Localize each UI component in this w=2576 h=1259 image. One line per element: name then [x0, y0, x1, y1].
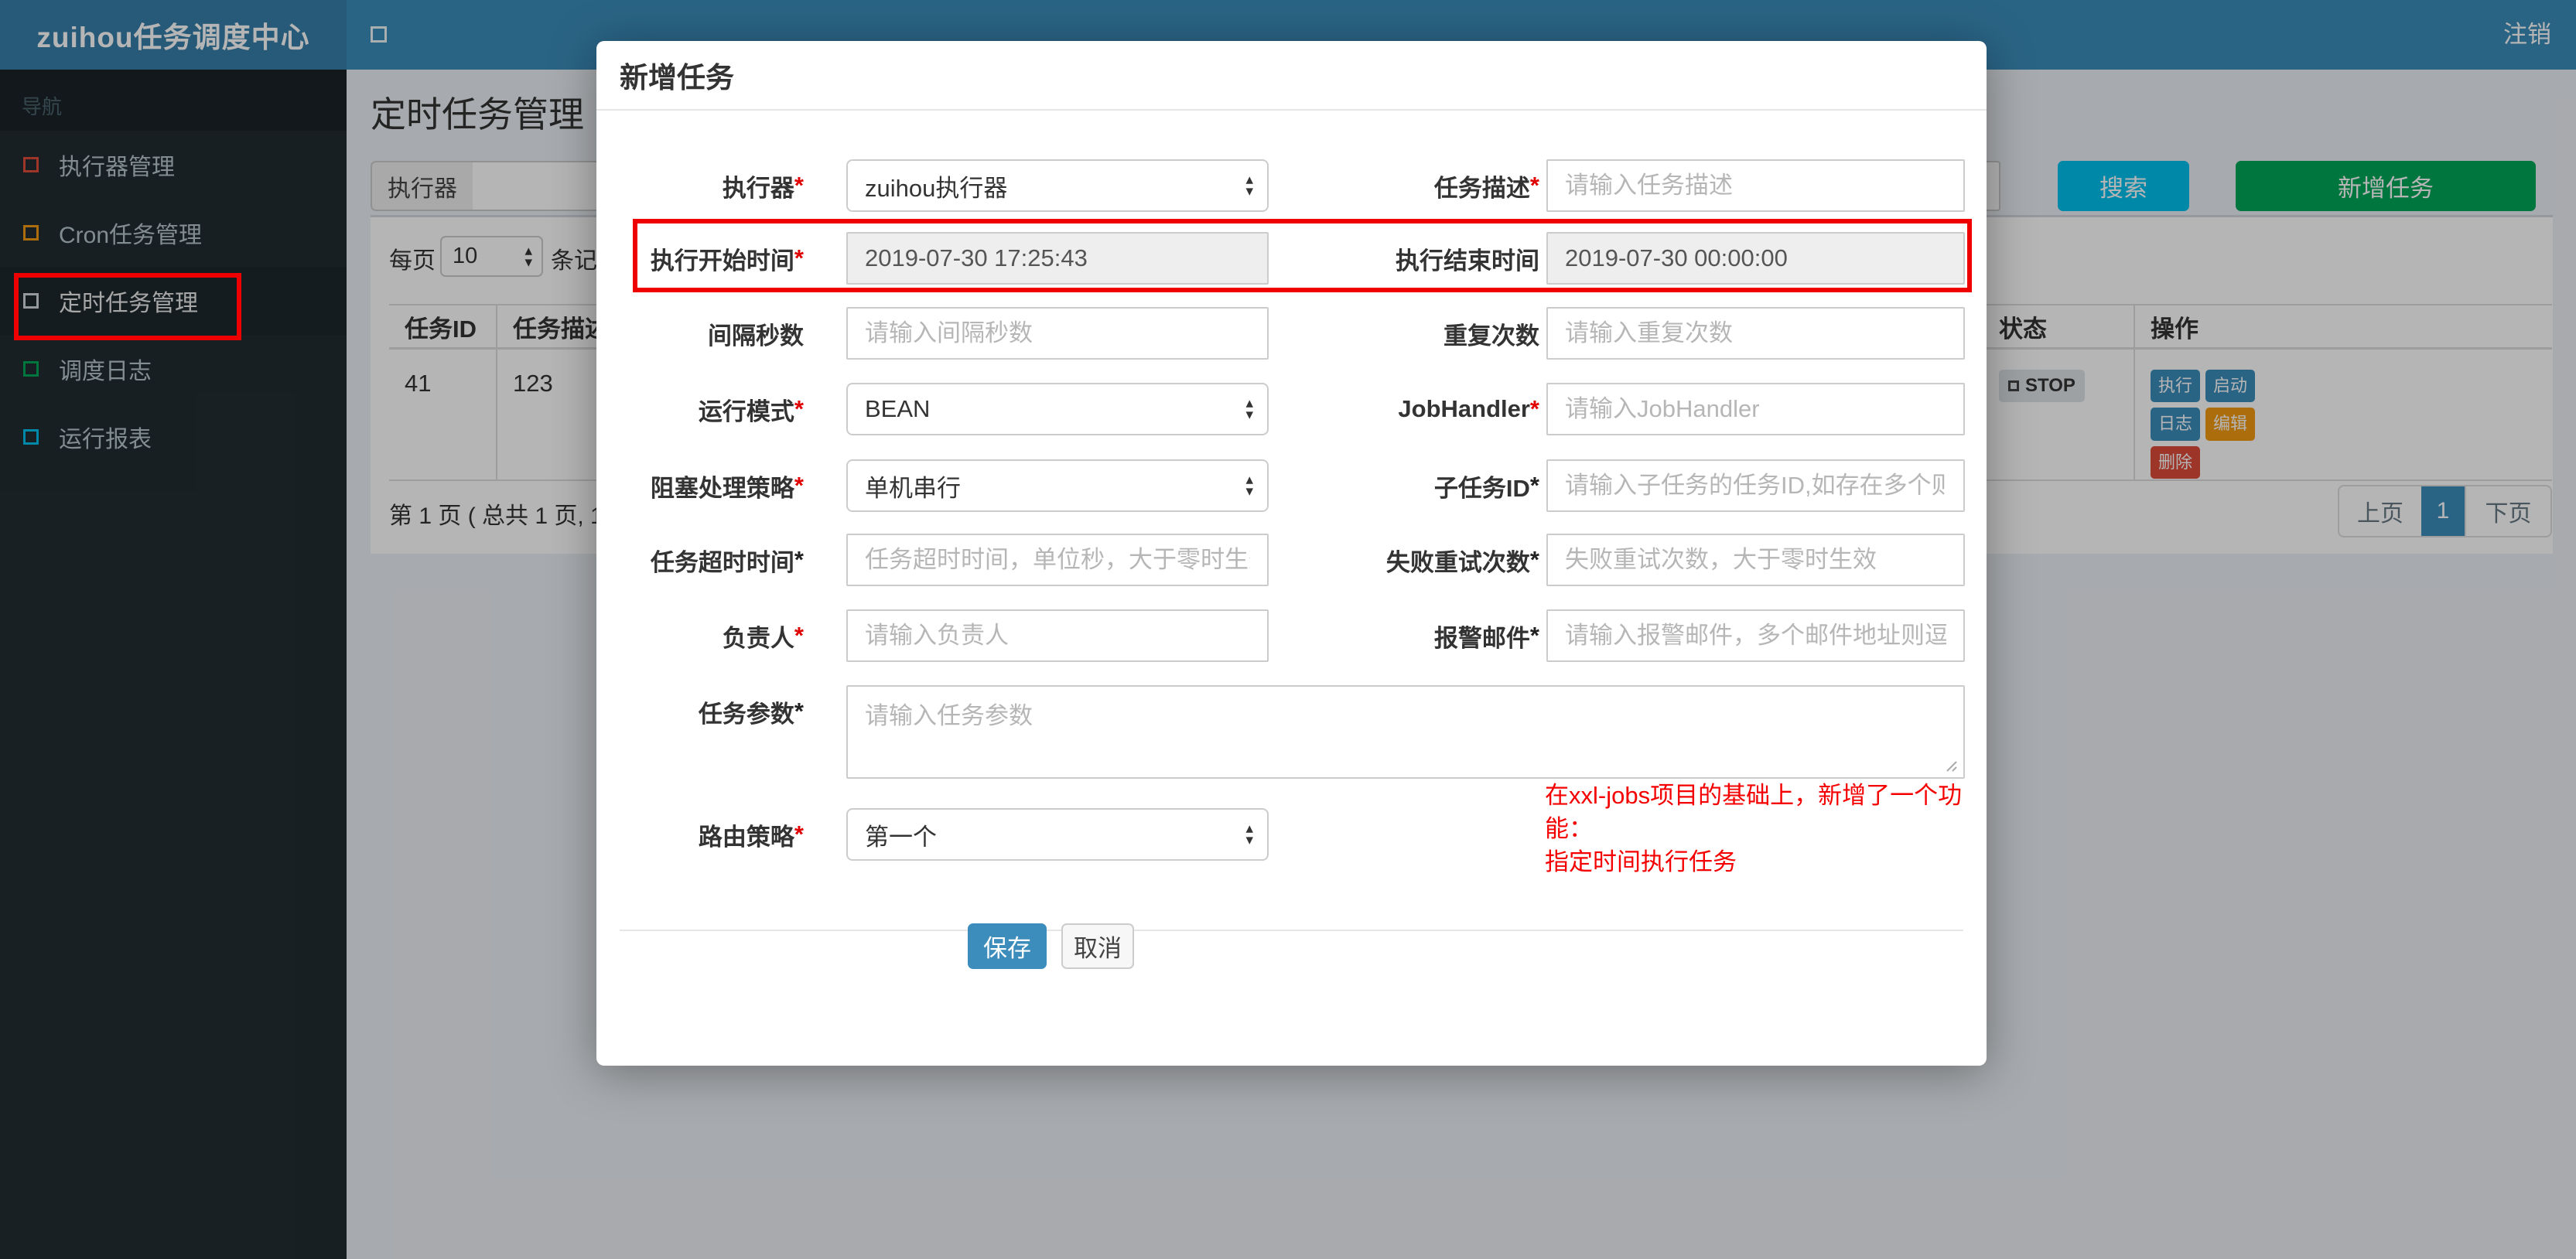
child-job-label: 子任务ID *	[1433, 472, 1539, 502]
repeat-count-input[interactable]	[1546, 307, 1965, 360]
child-job-input[interactable]	[1546, 459, 1965, 512]
job-desc-input[interactable]	[1546, 159, 1965, 212]
start-time-input[interactable]	[846, 232, 1269, 285]
select-arrows-icon: ▴ ▾	[1245, 172, 1253, 200]
modal-header: 新增任务	[596, 41, 1987, 111]
job-desc-label: 任务描述 *	[1433, 172, 1539, 202]
alarm-email-input[interactable]	[1546, 609, 1965, 662]
executor-select[interactable]: zuihou执行器 ▴ ▾	[846, 159, 1269, 212]
select-arrows-icon: ▴ ▾	[1245, 472, 1253, 500]
app-root: zuihou任务调度中心 注销 导航 执行器管理 Cron任务管理 定时任务管理…	[0, 0, 2576, 1259]
timeout-label: 任务超时时间 *	[650, 546, 804, 576]
end-time-input[interactable]	[1546, 232, 1965, 285]
feature-note: 在xxl-jobs项目的基础上，新增了一个功能： 指定时间执行任务	[1545, 782, 1963, 875]
alarm-email-label: 报警邮件 *	[1433, 622, 1539, 652]
modal-footer-divider	[620, 930, 1963, 931]
repeat-count-label: 重复次数	[1443, 322, 1539, 350]
start-time-label: 执行开始时间 *	[650, 244, 804, 275]
cancel-button[interactable]: 取消	[1061, 923, 1134, 969]
owner-label: 负责人 *	[722, 622, 804, 652]
retry-input[interactable]	[1546, 534, 1965, 586]
select-arrows-icon: ▴ ▾	[1245, 395, 1253, 423]
job-param-textarea[interactable]	[846, 685, 1965, 779]
select-arrows-icon: ▴ ▾	[1245, 821, 1253, 848]
modal-title: 新增任务	[620, 62, 734, 94]
run-mode-select[interactable]: BEAN ▴ ▾	[846, 383, 1269, 435]
block-strategy-select[interactable]: 单机串行 ▴ ▾	[846, 459, 1269, 512]
job-handler-label: JobHandler *	[1398, 395, 1539, 422]
route-strategy-label: 路由策略 *	[698, 821, 804, 851]
job-param-label: 任务参数 *	[698, 698, 804, 728]
owner-input[interactable]	[846, 609, 1269, 662]
job-handler-input[interactable]	[1546, 383, 1965, 435]
run-mode-label: 运行模式 *	[698, 395, 804, 425]
interval-input[interactable]	[846, 307, 1269, 360]
end-time-label: 执行结束时间	[1396, 247, 1539, 275]
add-job-modal: 新增任务 执行器* zuihou执行器 ▴▾ 任务描述* 执行开始时间* 执行结…	[596, 41, 1987, 1066]
executor-label: 执行器 *	[722, 172, 804, 202]
interval-label: 间隔秒数	[708, 322, 804, 350]
timeout-input[interactable]	[846, 534, 1269, 586]
save-button[interactable]: 保存	[968, 923, 1047, 969]
retry-label: 失败重试次数 *	[1385, 546, 1539, 576]
block-strategy-label: 阻塞处理策略 *	[650, 472, 804, 502]
route-strategy-select[interactable]: 第一个 ▴ ▾	[846, 808, 1269, 861]
